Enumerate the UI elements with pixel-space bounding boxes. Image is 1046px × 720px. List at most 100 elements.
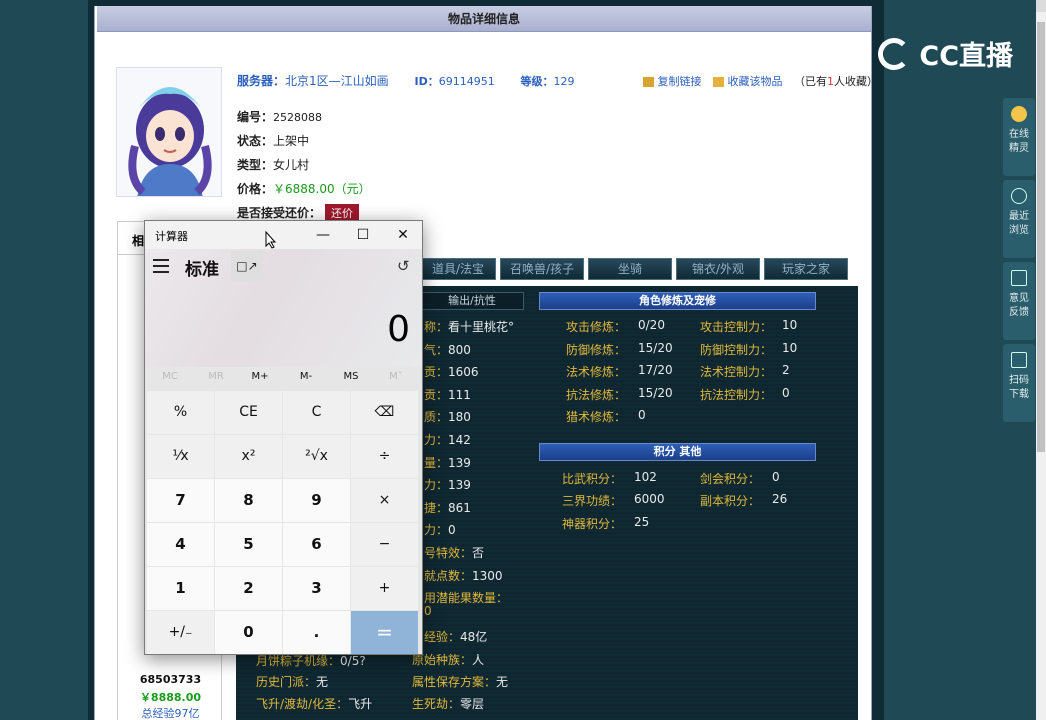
scan-icon xyxy=(1011,352,1027,368)
digit-0-key[interactable]: 0 xyxy=(215,611,282,654)
decimal-key[interactable]: . xyxy=(283,611,350,654)
attr-row: 0 xyxy=(424,604,432,618)
cultivation-header: 角色修炼及宠修 xyxy=(539,292,816,310)
attr-row: 用潜能果数量： xyxy=(424,591,509,605)
add-key[interactable]: + xyxy=(351,567,418,610)
memory-subtract-button[interactable]: M- xyxy=(283,371,329,382)
status-row: 状态：上架中 xyxy=(237,134,310,148)
multiply-key[interactable]: × xyxy=(351,479,418,522)
negate-key[interactable]: +/₋ xyxy=(147,611,214,654)
digit-9-key[interactable]: 9 xyxy=(283,479,350,522)
copy-link-icon xyxy=(643,77,654,87)
edit-icon xyxy=(1011,270,1027,286)
clock-icon xyxy=(1011,188,1027,204)
digit-8-key[interactable]: 8 xyxy=(215,479,282,522)
cc-logo-icon xyxy=(878,37,910,70)
attr-row: 贡：1606 xyxy=(424,365,479,379)
scroll-thumb[interactable] xyxy=(1037,22,1045,452)
tab-outfits[interactable]: 锦衣/外观 xyxy=(676,258,760,280)
server-info: 服务器：北京1区—江山如画 ID：69114951 等级：129 xyxy=(237,72,575,89)
attr-row: 量：139 xyxy=(424,456,471,470)
clear-key[interactable]: C xyxy=(283,391,350,434)
backspace-key[interactable]: ⌫ xyxy=(351,391,418,434)
number-row: 编号：2528088 xyxy=(237,110,323,124)
type-value: 女儿村 xyxy=(273,158,310,172)
attr-row: 经验：48亿 xyxy=(424,630,488,644)
memory-clear-button[interactable]: MC xyxy=(147,371,193,382)
digit-7-key[interactable]: 7 xyxy=(147,479,214,522)
reciprocal-key[interactable]: ¹⁄x xyxy=(147,435,214,478)
rail-feedback[interactable]: 意见 反馈 xyxy=(1003,262,1035,340)
digit-4-key[interactable]: 4 xyxy=(147,523,214,566)
rail-online-assistant[interactable]: 在线 精灵 xyxy=(1003,98,1035,176)
square-key[interactable]: x² xyxy=(215,435,282,478)
subtract-key[interactable]: − xyxy=(351,523,418,566)
status-value: 上架中 xyxy=(273,134,310,148)
server-value: 北京1区—江山如画 xyxy=(285,74,389,88)
calculator-mode: 标准 xyxy=(185,260,219,280)
calculator-window: 计算器 — ☐ ✕ 标准 □↗ ↺ 0 MC MR M+ M- MS M˅ % … xyxy=(144,220,423,655)
attr-row: 捷：861 xyxy=(424,501,471,515)
maximize-button[interactable]: ☐ xyxy=(343,221,383,249)
scroll-up-arrow[interactable] xyxy=(1036,0,1046,12)
minimize-button[interactable]: — xyxy=(303,221,343,249)
favorite-count-text: （已有1人收藏） xyxy=(794,75,878,88)
attr-row: 力：139 xyxy=(424,478,471,492)
digit-5-key[interactable]: 5 xyxy=(215,523,282,566)
tab-pets[interactable]: 召唤兽/孩子 xyxy=(500,258,584,280)
right-rail: 在线 精灵 最近 浏览 意见 反馈 扫码 下载 xyxy=(1003,98,1035,426)
id-value: 69114951 xyxy=(438,75,495,88)
id-label: ID： xyxy=(414,75,439,88)
rail-recent[interactable]: 最近 浏览 xyxy=(1003,180,1035,258)
server-label: 服务器： xyxy=(237,74,286,88)
digit-6-key[interactable]: 6 xyxy=(283,523,350,566)
points-header: 积分 其他 xyxy=(539,443,816,461)
price-value: ￥6888.00（元） xyxy=(273,182,371,196)
favorite-icon xyxy=(713,77,724,87)
bottom-row: 飞升/渡劫/化圣：飞升 xyxy=(256,697,373,711)
number-value: 2528088 xyxy=(273,111,323,124)
memory-row: MC MR M+ M- MS M˅ xyxy=(145,367,422,389)
bottom-row: 属性保存方案：无 xyxy=(412,675,509,689)
digit-1-key[interactable]: 1 xyxy=(147,567,214,610)
keep-on-top-icon[interactable]: □↗ xyxy=(231,251,263,281)
related-id: 68503733 xyxy=(139,673,202,686)
attr-row: 称：看十里桃花° xyxy=(424,320,515,334)
memory-store-button[interactable]: MS xyxy=(328,371,374,382)
tab-items[interactable]: 道具/法宝 xyxy=(420,258,496,280)
divide-key[interactable]: ÷ xyxy=(351,435,418,478)
clear-entry-key[interactable]: CE xyxy=(215,391,282,434)
sqrt-key[interactable]: ²√x xyxy=(283,435,350,478)
history-icon[interactable]: ↺ xyxy=(397,257,410,275)
related-exp[interactable]: 总经验97亿 xyxy=(118,705,223,720)
memory-add-button[interactable]: M+ xyxy=(237,371,283,382)
memory-list-button[interactable]: M˅ xyxy=(373,371,419,382)
digit-2-key[interactable]: 2 xyxy=(215,567,282,610)
percent-key[interactable]: % xyxy=(147,391,214,434)
hamburger-menu-icon[interactable] xyxy=(153,259,169,273)
calculator-title: 计算器 xyxy=(155,230,188,243)
equals-key[interactable]: = xyxy=(351,611,418,654)
rail-scan-download[interactable]: 扫码 下载 xyxy=(1003,344,1035,422)
attr-header: 输出/抗性 xyxy=(420,292,524,310)
cc-live-watermark: CC直播 xyxy=(878,34,1018,74)
memory-recall-button[interactable]: MR xyxy=(193,371,239,382)
attr-row: 贡：111 xyxy=(424,388,471,402)
character-avatar xyxy=(116,67,222,197)
mouse-cursor-icon xyxy=(265,231,277,249)
type-row: 类型：女儿村 xyxy=(237,158,310,172)
page-scrollbar[interactable] xyxy=(1036,0,1046,720)
attr-row: 质：180 xyxy=(424,410,471,424)
bottom-row: 生死劫：零层 xyxy=(412,697,485,711)
attr-row: 力：0 xyxy=(424,523,456,537)
calculator-display: 0 xyxy=(387,309,410,350)
calculator-titlebar[interactable]: 计算器 — ☐ ✕ xyxy=(145,221,422,249)
tab-mounts[interactable]: 坐骑 xyxy=(588,258,672,280)
favorite-button[interactable]: 收藏该物品 xyxy=(728,75,783,88)
close-button[interactable]: ✕ xyxy=(383,221,423,249)
level-value: 129 xyxy=(553,75,575,88)
digit-3-key[interactable]: 3 xyxy=(283,567,350,610)
attr-row: 号特效：否 xyxy=(424,546,485,560)
copy-link-button[interactable]: 复制链接 xyxy=(658,75,702,88)
tab-player-home[interactable]: 玩家之家 xyxy=(764,258,848,280)
